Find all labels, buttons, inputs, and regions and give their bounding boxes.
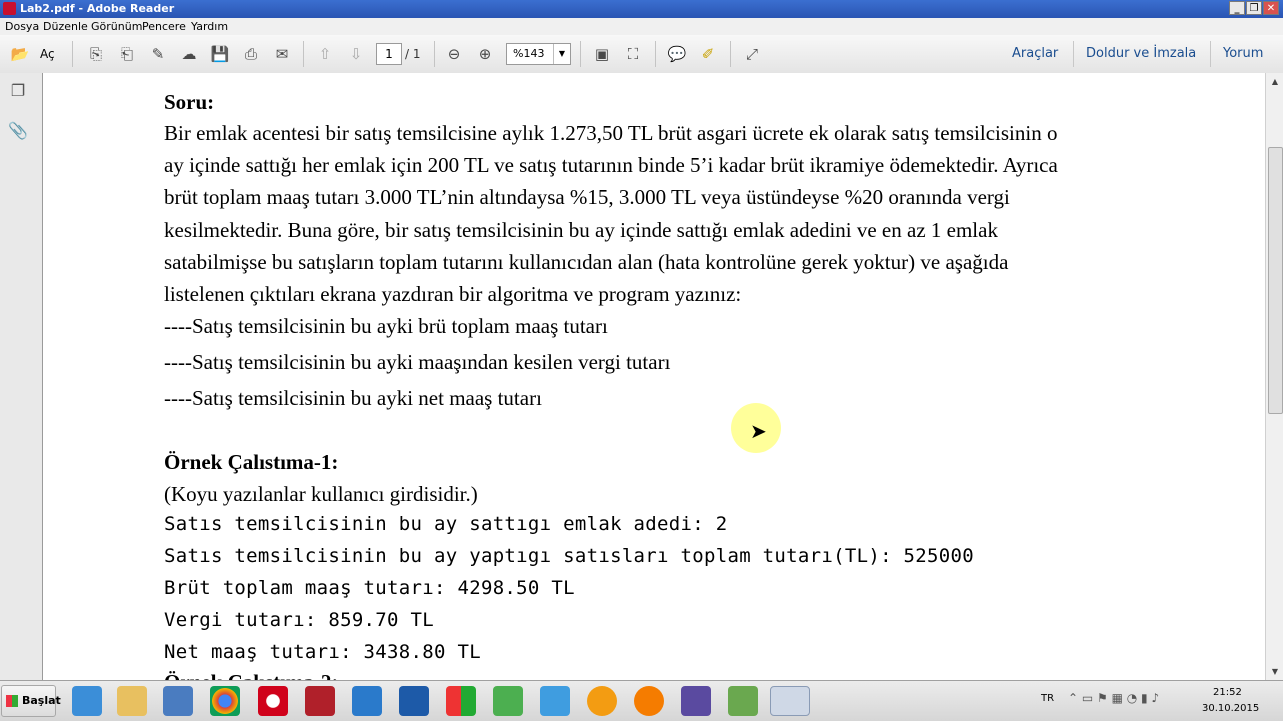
paragraph-line: ay içinde sattığı her emlak için 200 TL …: [164, 153, 1058, 177]
edit-pdf-icon[interactable]: ✎: [146, 42, 170, 66]
output-item: ----Satış temsilcisinin bu ayki maaşında…: [164, 350, 671, 374]
ccleaner-icon[interactable]: [352, 686, 382, 716]
output-item: ----Satış temsilcisinin bu ayki brü topl…: [164, 314, 608, 338]
paragraph-line: brüt toplam maaş tutarı 3.000 TL’nin alt…: [164, 185, 1010, 209]
tools-link[interactable]: Araçlar: [1012, 46, 1058, 61]
minimize-button[interactable]: _: [1229, 1, 1245, 15]
app-icon[interactable]: [728, 686, 758, 716]
upload-icon[interactable]: ☁: [177, 42, 201, 66]
zoom-value: %143: [513, 47, 545, 60]
adobe-reader-task-icon[interactable]: [770, 686, 810, 716]
chevron-down-icon[interactable]: ▼: [553, 44, 570, 64]
taskbar: Başlat TR ⌃ ▭ ⚑ ▦ ◔ ▮ ♪ 21:52 30.10.2015: [0, 680, 1283, 721]
menu-bar: Dosya Düzenle Görünüm Pencere Yardım: [0, 18, 1283, 35]
email-icon[interactable]: ✉: [270, 42, 294, 66]
media-player-icon[interactable]: [163, 686, 193, 716]
network-app-icon[interactable]: [540, 686, 570, 716]
language-indicator[interactable]: TR: [1041, 693, 1054, 704]
chrome-icon[interactable]: [210, 686, 240, 716]
adobe-reader-icon: [3, 2, 16, 15]
zoom-select[interactable]: %143 ▼: [506, 43, 571, 65]
mouse-pointer-icon: ➤: [750, 419, 767, 443]
example-note: (Koyu yazılanlar kullanıcı girdisidir.): [164, 482, 478, 506]
menu-edit[interactable]: Düzenle: [43, 20, 88, 33]
question-heading: Soru:: [164, 90, 215, 114]
paragraph-line: satabilmişse bu satışların toplam tutarı…: [164, 250, 1009, 274]
restore-button[interactable]: ❐: [1246, 1, 1262, 15]
fit-page-icon[interactable]: ▣: [590, 42, 614, 66]
comment-icon[interactable]: 💬: [665, 42, 689, 66]
zoom-out-icon[interactable]: ⊖: [442, 42, 466, 66]
fill-sign-link[interactable]: Doldur ve İmzala: [1086, 46, 1196, 61]
scroll-up-icon[interactable]: ▲: [1266, 73, 1283, 90]
document-view[interactable]: Soru: Bir emlak acentesi bir satış temsi…: [43, 73, 1265, 680]
open-label[interactable]: Aç: [40, 47, 55, 61]
highlight-icon[interactable]: ✐: [696, 42, 720, 66]
app-icon[interactable]: [305, 686, 335, 716]
page-total: / 1: [405, 47, 421, 61]
save-icon[interactable]: 💾: [208, 42, 232, 66]
comment-link[interactable]: Yorum: [1223, 46, 1263, 61]
paragraph-line: listelenen çıktıları ekrana yazdıran bir…: [164, 282, 742, 306]
app-icon[interactable]: [587, 686, 617, 716]
start-button[interactable]: Başlat: [1, 685, 61, 717]
attachment-icon[interactable]: 📎: [8, 121, 28, 141]
open-folder-icon[interactable]: 📂: [8, 42, 32, 66]
example-line: Net maaş tutarı: 3438.80 TL: [164, 641, 481, 663]
fullscreen-icon[interactable]: ⤢: [740, 42, 764, 66]
example-line: Brüt toplam maaş tutarı: 4298.50 TL: [164, 577, 575, 599]
page-number-input[interactable]: 1: [376, 43, 402, 65]
chart-app-icon[interactable]: [493, 686, 523, 716]
title-bar: Lab2.pdf - Adobe Reader _ ❐ ✕: [0, 0, 1283, 18]
opera-icon[interactable]: [258, 686, 288, 716]
menu-help[interactable]: Yardım: [191, 20, 228, 33]
example-line: Satıs temsilcisinin bu ay yaptıgı satısl…: [164, 545, 974, 567]
output-item: ----Satış temsilcisinin bu ayki net maaş…: [164, 386, 542, 410]
menu-file[interactable]: Dosya: [5, 20, 39, 33]
start-label: Başlat: [22, 694, 61, 707]
clock-time[interactable]: 21:52: [1213, 687, 1242, 698]
pages-icon[interactable]: ❐: [8, 81, 28, 101]
blender-icon[interactable]: [634, 686, 664, 716]
thunderbird-icon[interactable]: [399, 686, 429, 716]
fit-width-icon[interactable]: ⛶: [621, 42, 645, 66]
menu-window[interactable]: Pencere: [142, 20, 186, 33]
example-line: Vergi tutarı: 859.70 TL: [164, 609, 434, 631]
navigation-pane: ❐ 📎: [0, 73, 43, 680]
close-button[interactable]: ✕: [1263, 1, 1279, 15]
vertical-scrollbar[interactable]: ▲ ▼: [1265, 73, 1283, 680]
zoom-in-icon[interactable]: ⊕: [473, 42, 497, 66]
export-pdf-icon[interactable]: ⎗: [115, 42, 139, 66]
create-pdf-icon[interactable]: ⎘: [84, 42, 108, 66]
tray-icons[interactable]: ⌃ ▭ ⚑ ▦ ◔ ▮ ♪: [1068, 691, 1159, 705]
next-page-icon[interactable]: ⇩: [344, 42, 368, 66]
toolbar: 📂 Aç ⎘ ⎗ ✎ ☁ 💾 ⎙ ✉ ⇧ ⇩ 1 / 1 ⊖ ⊕ %143 ▼ …: [0, 35, 1283, 74]
example-line: Satıs temsilcisinin bu ay sattıgı emlak …: [164, 513, 728, 535]
clock-date[interactable]: 30.10.2015: [1202, 703, 1259, 714]
scrollbar-thumb[interactable]: [1268, 147, 1283, 414]
paragraph-line: Bir emlak acentesi bir satış temsilcisin…: [164, 121, 1058, 145]
print-icon[interactable]: ⎙: [239, 42, 263, 66]
window-title: Lab2.pdf - Adobe Reader: [20, 2, 175, 15]
media-classic-icon[interactable]: [681, 686, 711, 716]
internet-explorer-icon[interactable]: [72, 686, 102, 716]
office-icon[interactable]: [446, 686, 476, 716]
windows-logo-icon: [6, 695, 18, 707]
example-2-heading: Örnek Çalıstıma-2:: [164, 670, 338, 680]
example-heading: Örnek Çalıstıma-1:: [164, 450, 339, 474]
menu-view[interactable]: Görünüm: [91, 20, 142, 33]
paragraph-line: kesilmektedir. Buna göre, bir satış tems…: [164, 218, 998, 242]
scroll-down-icon[interactable]: ▼: [1266, 663, 1283, 680]
file-explorer-icon[interactable]: [117, 686, 147, 716]
previous-page-icon[interactable]: ⇧: [313, 42, 337, 66]
